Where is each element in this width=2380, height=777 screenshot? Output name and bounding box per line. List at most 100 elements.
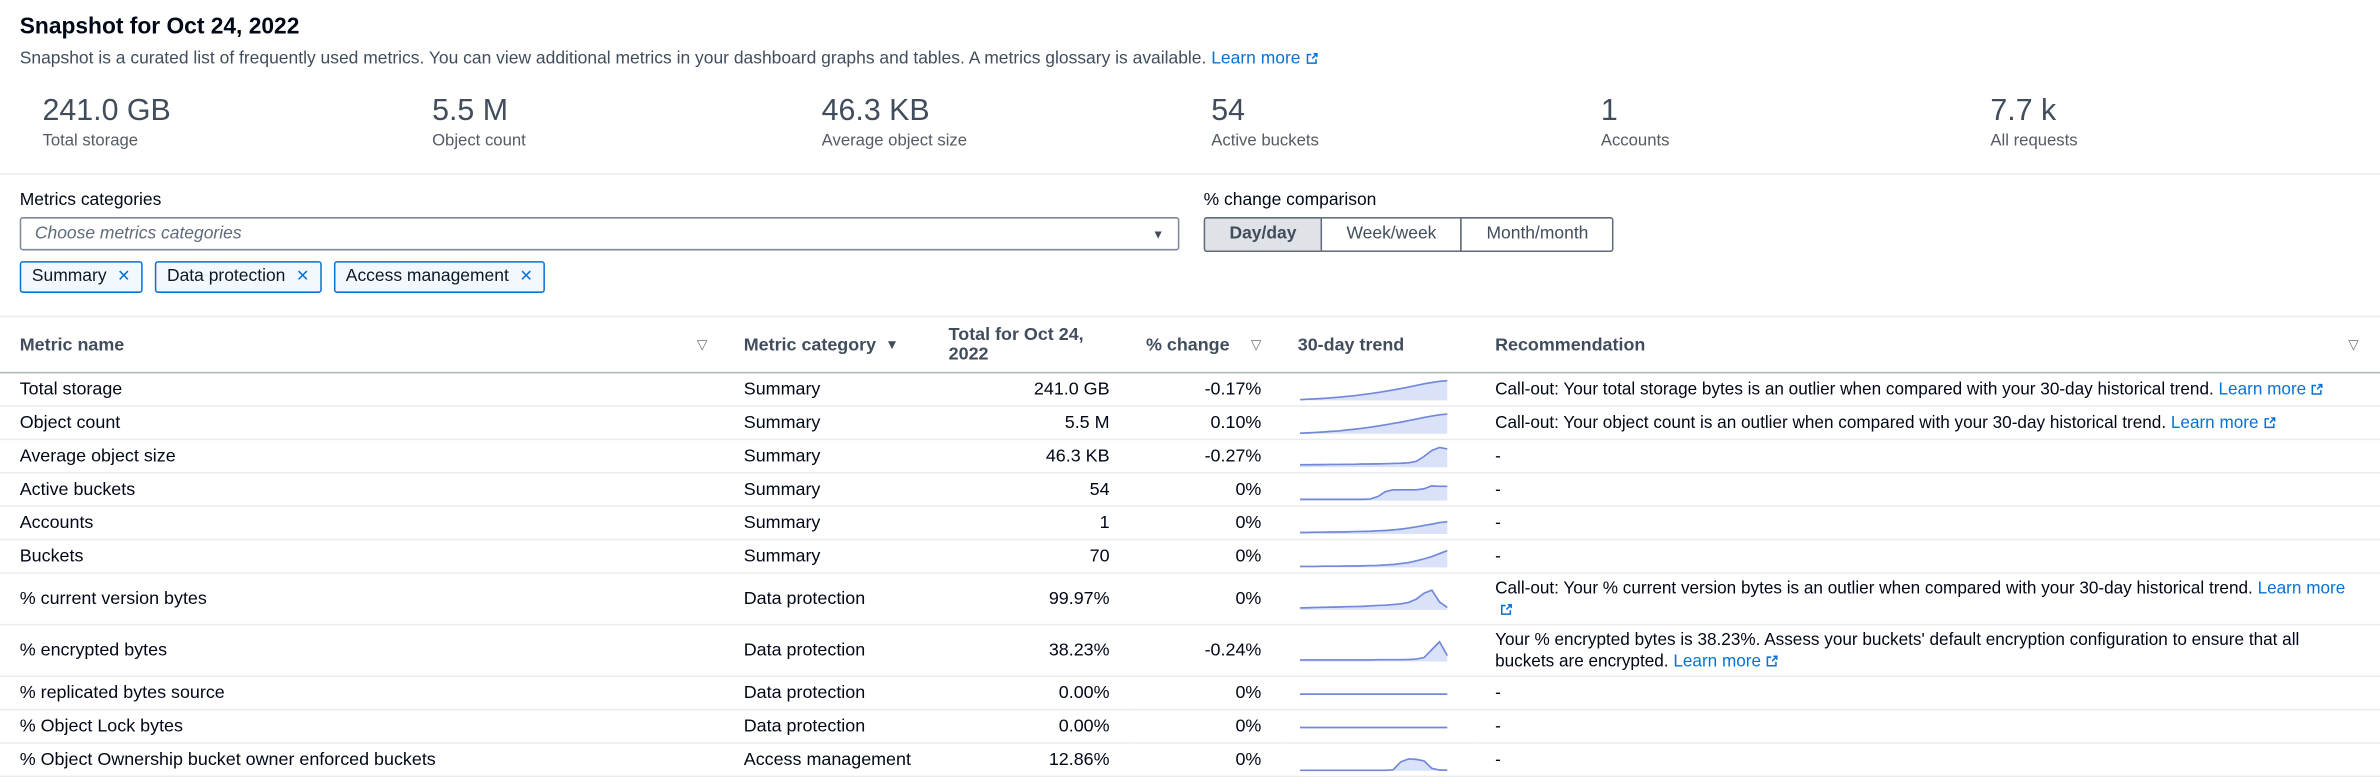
filter-token-data-protection: Data protection✕ (155, 261, 322, 293)
external-link-icon (2263, 415, 2277, 429)
trend-sparkline (1298, 714, 1450, 738)
recommendation-cell: - (1480, 743, 2380, 776)
token-remove-icon[interactable]: ✕ (117, 267, 130, 287)
filter-icon[interactable]: ▽ (697, 335, 708, 355)
trend-cell (1283, 743, 1480, 776)
recommendation-text: Call-out: Your object count is an outlie… (1495, 414, 2166, 432)
metric-change-cell: -0.17% (1131, 373, 1283, 406)
stat-value: 54 (1211, 94, 1601, 129)
metrics-categories-select[interactable]: Choose metrics categories ▼ (20, 217, 1180, 250)
filter-icon[interactable]: ▽ (1251, 335, 1262, 355)
table-row: Average object sizeSummary46.3 KB-0.27%- (0, 439, 2380, 472)
table-row: % Object Ownership bucket owner enforced… (0, 743, 2380, 776)
trend-sparkline (1298, 587, 1450, 611)
metric-change-cell: -0.24% (1131, 625, 1283, 677)
metric-total-cell: 99.97% (933, 573, 1130, 625)
trend-cell (1283, 439, 1480, 472)
recommendation-cell: - (1480, 473, 2380, 506)
recommendation-learn-more-link[interactable]: Learn more (2171, 414, 2277, 432)
stat-object-count: 5.5 MObject count (432, 94, 822, 152)
sort-descending-icon[interactable]: ▼ (885, 335, 899, 355)
recommendation-text: - (1495, 751, 1501, 769)
recommendation-cell: - (1480, 439, 2380, 472)
stat-value: 46.3 KB (822, 94, 1212, 129)
comparison-segmented-control: Day/dayWeek/weekMonth/month (1204, 217, 1615, 252)
stat-average-object-size: 46.3 KBAverage object size (822, 94, 1212, 152)
metric-name-cell: % Object Lock bytes (0, 710, 729, 743)
metrics-table-body: Total storageSummary241.0 GB-0.17%Call-o… (0, 373, 2380, 777)
recommendation-text: - (1495, 447, 1501, 465)
metric-total-cell: 12.86% (933, 743, 1130, 776)
metric-change-cell: 0% (1131, 573, 1283, 625)
header-learn-more-link[interactable]: Learn more (1211, 50, 1318, 68)
column-header-change[interactable]: % change (1146, 335, 1230, 355)
table-row: Object countSummary5.5 M0.10%Call-out: Y… (0, 406, 2380, 439)
metric-name-cell: % Object Ownership bucket owner enforced… (0, 743, 729, 776)
trend-cell (1283, 573, 1480, 625)
trend-sparkline (1298, 444, 1450, 468)
filter-icon[interactable]: ▽ (2348, 335, 2359, 355)
comparison-option-day-day[interactable]: Day/day (1204, 217, 1323, 252)
stat-total-storage: 241.0 GBTotal storage (42, 94, 432, 152)
trend-cell (1283, 373, 1480, 406)
metric-total-cell: 70 (933, 540, 1130, 573)
stat-accounts: 1 Accounts (1601, 94, 1991, 152)
page-header: Snapshot for Oct 24, 2022 Snapshot is a … (0, 0, 2380, 70)
change-comparison-label: % change comparison (1204, 190, 1615, 211)
column-header-recommendation[interactable]: Recommendation (1495, 335, 1645, 355)
column-header-trend: 30-day trend (1298, 333, 1404, 354)
metric-change-cell: 0% (1131, 710, 1283, 743)
filter-bar: Metrics categories Choose metrics catego… (0, 175, 2380, 293)
recommendation-cell: - (1480, 506, 2380, 539)
recommendation-learn-more-link[interactable]: Learn more (1673, 652, 1779, 670)
chevron-down-icon: ▼ (1152, 227, 1164, 241)
metric-total-cell: 5.5 M (933, 406, 1130, 439)
metrics-categories-filter: Metrics categories Choose metrics catego… (20, 190, 1180, 293)
table-row: % Object Lock bytesData protection0.00%0… (0, 710, 2380, 743)
stat-value: 1 (1601, 94, 1991, 129)
stats-row: 241.0 GBTotal storage5.5 MObject count46… (0, 70, 2380, 173)
trend-sparkline (1298, 511, 1450, 535)
page-description-text: Snapshot is a curated list of frequently… (20, 50, 1207, 68)
recommendation-cell: - (1480, 710, 2380, 743)
column-header-metric-name[interactable]: Metric name (20, 335, 124, 355)
metric-name-cell: % encrypted bytes (0, 625, 729, 677)
metric-change-cell: 0% (1131, 540, 1283, 573)
recommendation-text: Call-out: Your total storage bytes is an… (1495, 380, 2214, 398)
token-label: Access management (346, 267, 509, 287)
trend-sparkline (1298, 411, 1450, 435)
recommendation-learn-more-link[interactable]: Learn more (2219, 380, 2325, 398)
trend-cell (1283, 473, 1480, 506)
external-link-icon (2311, 382, 2325, 396)
recommendation-text: - (1495, 684, 1501, 702)
stat-active-buckets: 54Active buckets (1211, 94, 1601, 152)
metric-total-cell: 54 (933, 473, 1130, 506)
comparison-option-month-month[interactable]: Month/month (1461, 217, 1614, 252)
table-row: AccountsSummary10%- (0, 506, 2380, 539)
stat-label: Accounts (1601, 132, 1991, 152)
metrics-table: Metric name ▽ Metric category ▼ Total fo… (0, 316, 2380, 777)
token-remove-icon[interactable]: ✕ (519, 267, 532, 287)
metric-name-cell: Accounts (0, 506, 729, 539)
metric-change-cell: 0% (1131, 743, 1283, 776)
recommendation-cell: Call-out: Your total storage bytes is an… (1480, 373, 2380, 406)
metric-total-cell: 46.3 KB (933, 439, 1130, 472)
storage-lens-snapshot-page: Snapshot for Oct 24, 2022 Snapshot is a … (0, 0, 2380, 705)
metric-category-cell: Summary (729, 540, 934, 573)
column-header-metric-category[interactable]: Metric category (744, 335, 876, 355)
trend-sparkline (1298, 681, 1450, 705)
comparison-option-week-week[interactable]: Week/week (1321, 217, 1463, 252)
metric-name-cell: Average object size (0, 439, 729, 472)
stat-value: 5.5 M (432, 94, 822, 129)
metric-name-cell: Active buckets (0, 473, 729, 506)
token-label: Summary (32, 267, 107, 287)
metric-category-cell: Data protection (729, 710, 934, 743)
recommendation-cell: Your % encrypted bytes is 38.23%. Assess… (1480, 625, 2380, 677)
trend-sparkline (1298, 477, 1450, 501)
recommendation-text: - (1495, 717, 1501, 735)
column-header-total[interactable]: Total for Oct 24, 2022 (949, 323, 1084, 364)
token-remove-icon[interactable]: ✕ (296, 267, 309, 287)
metric-category-cell: Access management (729, 743, 934, 776)
metrics-categories-placeholder: Choose metrics categories (35, 225, 242, 243)
metric-name-cell: Object count (0, 406, 729, 439)
